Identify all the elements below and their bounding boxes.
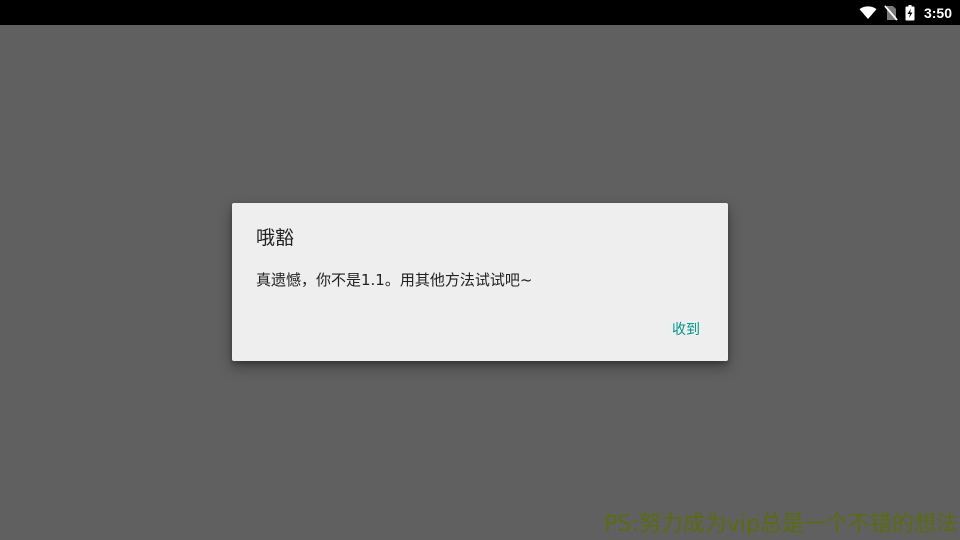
battery-charging-icon xyxy=(905,4,915,21)
status-bar: 3:50 xyxy=(0,0,960,25)
no-sim-icon xyxy=(884,4,898,21)
status-clock: 3:50 xyxy=(923,4,952,21)
wifi-icon xyxy=(859,5,877,20)
dialog-message: 真遗憾，你不是1.1。用其他方法试试吧~ xyxy=(256,271,533,289)
status-icons: 3:50 xyxy=(859,0,952,25)
alert-dialog: 哦豁 真遗憾，你不是1.1。用其他方法试试吧~ 收到 xyxy=(232,203,728,361)
dialog-title: 哦豁 xyxy=(256,227,295,249)
ok-button[interactable]: 收到 xyxy=(664,311,708,347)
watermark-text: PS:努力成为vip总是一个不错的想法 xyxy=(604,512,958,537)
